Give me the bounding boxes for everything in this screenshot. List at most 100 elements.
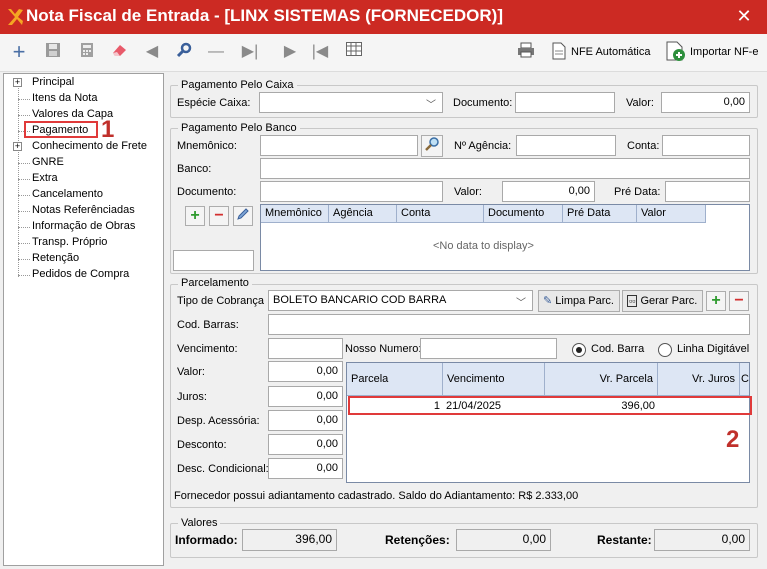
parcelamento-title: Parcelamento (178, 277, 252, 289)
previous-icon[interactable]: ◀ (142, 42, 162, 62)
highlight-parcela-row (348, 396, 752, 415)
banco-add-button[interactable]: + (185, 206, 205, 226)
col-valor[interactable]: Valor (637, 205, 706, 223)
nosso-numero-input[interactable] (420, 338, 557, 359)
banco-grid-header: Mnemônico Agência Conta Documento Pré Da… (261, 205, 706, 223)
desp-acessoria-input[interactable]: 0,00 (268, 410, 343, 431)
parcela-remove-button[interactable]: − (729, 291, 749, 311)
col-documento[interactable]: Documento (484, 205, 563, 223)
tree-connector (18, 259, 30, 260)
tree-item-itens-da-nota[interactable]: Itens da Nota (32, 92, 97, 104)
parc-valor-label: Valor: (177, 366, 205, 378)
grid-icon[interactable] (344, 42, 364, 62)
banco-label: Banco: (177, 163, 212, 175)
col-vencimento[interactable]: Vencimento (443, 363, 545, 396)
caixa-valor-input[interactable]: 0,00 (661, 92, 750, 113)
cod-barras-input[interactable] (268, 314, 750, 335)
tipo-cobranca-select[interactable]: BOLETO BANCARIO COD BARRA ﹀ (268, 290, 533, 311)
last-icon[interactable]: ▶| (240, 42, 260, 62)
banco-grid[interactable]: Mnemônico Agência Conta Documento Pré Da… (260, 204, 750, 271)
save-icon[interactable] (43, 42, 63, 62)
banco-aux-input[interactable] (173, 250, 254, 271)
vencimento-input[interactable] (268, 338, 343, 359)
parc-valor-input[interactable]: 0,00 (268, 361, 343, 382)
radio-cod-barra[interactable] (572, 343, 586, 357)
tree-item-transp-proprio[interactable]: Transp. Próprio (32, 236, 107, 248)
desp-acessoria-label: Desp. Acessória: (177, 415, 260, 427)
banco-edit-button[interactable] (233, 206, 253, 226)
eraser-icon[interactable] (110, 42, 130, 62)
minus-icon[interactable]: — (206, 42, 226, 62)
retencoes-value: 0,00 (456, 529, 551, 551)
add-icon[interactable]: + (9, 41, 29, 63)
tree-connector (18, 163, 30, 164)
caixa-documento-input[interactable] (515, 92, 615, 113)
tree-connector (18, 195, 30, 196)
tree-connector (18, 243, 30, 244)
col-vr-juros[interactable]: Vr. Juros (658, 363, 740, 396)
pre-data-label: Pré Data: (614, 186, 661, 198)
desconto-input[interactable]: 0,00 (268, 434, 343, 455)
tree-item-principal[interactable]: Principal (32, 76, 74, 88)
magnifier-icon (425, 137, 439, 151)
especie-caixa-select[interactable]: ﹀ (259, 92, 443, 113)
banco-valor-input[interactable]: 0,00 (502, 181, 595, 202)
importar-nfe-button[interactable]: Importar NF-e (690, 46, 758, 58)
tree-item-retencao[interactable]: Retenção (32, 252, 79, 264)
parcela-add-button[interactable]: + (706, 291, 726, 311)
juros-input[interactable]: 0,00 (268, 386, 343, 407)
expand-principal-icon[interactable]: + (13, 78, 22, 87)
gerar-parc-button[interactable]: ▫▫ Gerar Parc. (622, 290, 703, 312)
banco-mnemonico-input[interactable] (260, 135, 418, 156)
tree-item-notas-referenciadas[interactable]: Notas Referênciadas (32, 204, 135, 216)
close-button[interactable]: ✕ (730, 4, 758, 28)
printer-icon[interactable] (516, 42, 536, 62)
informado-value: 396,00 (242, 529, 337, 551)
col-conta[interactable]: Conta (397, 205, 484, 223)
nfe-automatica-button[interactable]: NFE Automática (571, 46, 650, 58)
eraser-icon: ✎ (543, 295, 553, 307)
desc-condicional-input[interactable]: 0,00 (268, 458, 343, 479)
tree-item-gnre[interactable]: GNRE (32, 156, 64, 168)
expand-frete-icon[interactable]: + (13, 142, 22, 151)
adiantamento-info: Fornecedor possui adiantamento cadastrad… (174, 490, 579, 502)
pencil-icon (237, 208, 249, 220)
banco-remove-button[interactable]: − (209, 206, 229, 226)
mnemonico-search-button[interactable] (421, 135, 443, 157)
chevron-down-icon: ﹀ (516, 298, 526, 309)
tipo-cobranca-value: BOLETO BANCARIO COD BARRA (273, 294, 447, 306)
search-icon[interactable] (174, 42, 194, 62)
title-bar: Nota Fiscal de Entrada - [LINX SISTEMAS … (0, 0, 767, 34)
conta-input[interactable] (662, 135, 750, 156)
pre-data-input[interactable] (665, 181, 750, 202)
limpa-parc-button[interactable]: ✎ Limpa Parc. (538, 290, 620, 312)
tree-item-informacao-de-obras[interactable]: Informação de Obras (32, 220, 135, 232)
col-vr-parcela[interactable]: Vr. Parcela (545, 363, 658, 396)
col-agencia[interactable]: Agência (329, 205, 397, 223)
nfe-document-icon (549, 42, 569, 62)
radio-linha-digitavel[interactable] (658, 343, 672, 357)
col-pre-data[interactable]: Pré Data (563, 205, 637, 223)
agencia-input[interactable] (516, 135, 616, 156)
col-parcela[interactable]: Parcela (347, 363, 443, 396)
callout-1: 1 (101, 116, 115, 143)
calculator-icon[interactable] (77, 42, 97, 62)
radio-linha-digitavel-label: Linha Digitável (677, 343, 750, 355)
desc-condicional-label: Desc. Condicional: (177, 463, 269, 475)
tree-item-conhecimento-de-frete[interactable]: Conhecimento de Frete (32, 140, 147, 152)
col-mnemonico[interactable]: Mnemônico (261, 205, 329, 223)
next-icon[interactable]: ▶ (280, 42, 300, 62)
banco-valor-label: Valor: (454, 186, 482, 198)
tree-item-extra[interactable]: Extra (32, 172, 58, 184)
tree-connector (18, 275, 30, 276)
banco-input[interactable] (260, 158, 750, 179)
tree-connector (18, 115, 30, 116)
tree-item-pedidos-de-compra[interactable]: Pedidos de Compra (32, 268, 129, 280)
first-icon[interactable]: |◀ (310, 42, 330, 62)
col-cod[interactable]: Co (740, 363, 749, 396)
cod-barras-label: Cod. Barras: (177, 319, 239, 331)
parcelas-grid[interactable]: Parcela Vencimento Vr. Parcela Vr. Juros… (346, 362, 750, 483)
tree-item-cancelamento[interactable]: Cancelamento (32, 188, 103, 200)
especie-caixa-label: Espécie Caixa: (177, 97, 251, 109)
banco-documento-input[interactable] (260, 181, 443, 202)
